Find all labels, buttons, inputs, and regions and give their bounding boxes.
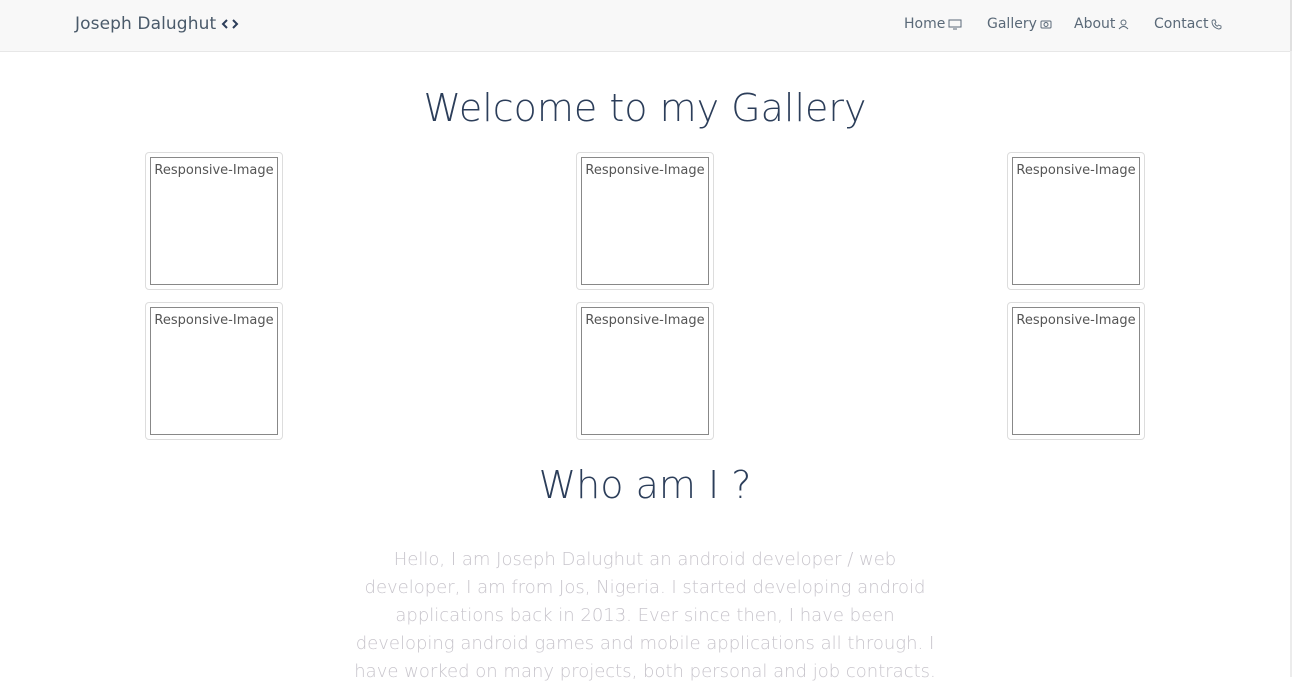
code-icon [221, 19, 239, 29]
camera-icon [1040, 20, 1052, 29]
image-alt-text: Responsive-Image [1012, 157, 1140, 285]
phone-icon [1212, 19, 1222, 29]
nav-contact[interactable]: Contact [1154, 16, 1222, 32]
nav-about[interactable]: About [1074, 16, 1129, 32]
gallery-title: Welcome to my Gallery [423, 86, 867, 130]
nav-gallery-label: Gallery [987, 16, 1037, 32]
about-bio: Hello, I am Joseph Dalughut an android d… [354, 549, 936, 682]
nav-contact-label: Contact [1154, 16, 1209, 32]
image-alt-text: Responsive-Image [150, 157, 278, 285]
nav-home-label: Home [904, 16, 946, 32]
brand-link[interactable]: Joseph Dalughut [75, 14, 239, 34]
image-alt-text: Responsive-Image [150, 307, 278, 435]
image-alt-text: Responsive-Image [581, 307, 709, 435]
navbar: Joseph Dalughut Home Gallery About Conta… [0, 0, 1292, 52]
nav-home[interactable]: Home [904, 16, 962, 32]
gallery-image-3[interactable]: Responsive-Image [1007, 152, 1145, 290]
about-title: Who am I ? [538, 463, 752, 507]
user-icon [1119, 19, 1129, 29]
nav-gallery[interactable]: Gallery [987, 16, 1052, 32]
gallery-image-1[interactable]: Responsive-Image [145, 152, 283, 290]
image-alt-text: Responsive-Image [1012, 307, 1140, 435]
image-alt-text: Responsive-Image [581, 157, 709, 285]
monitor-icon [948, 19, 962, 29]
brand-name: Joseph Dalughut [75, 14, 217, 34]
gallery-image-5[interactable]: Responsive-Image [576, 302, 714, 440]
gallery-image-4[interactable]: Responsive-Image [145, 302, 283, 440]
gallery-image-2[interactable]: Responsive-Image [576, 152, 714, 290]
gallery-image-6[interactable]: Responsive-Image [1007, 302, 1145, 440]
nav-about-label: About [1074, 16, 1116, 32]
